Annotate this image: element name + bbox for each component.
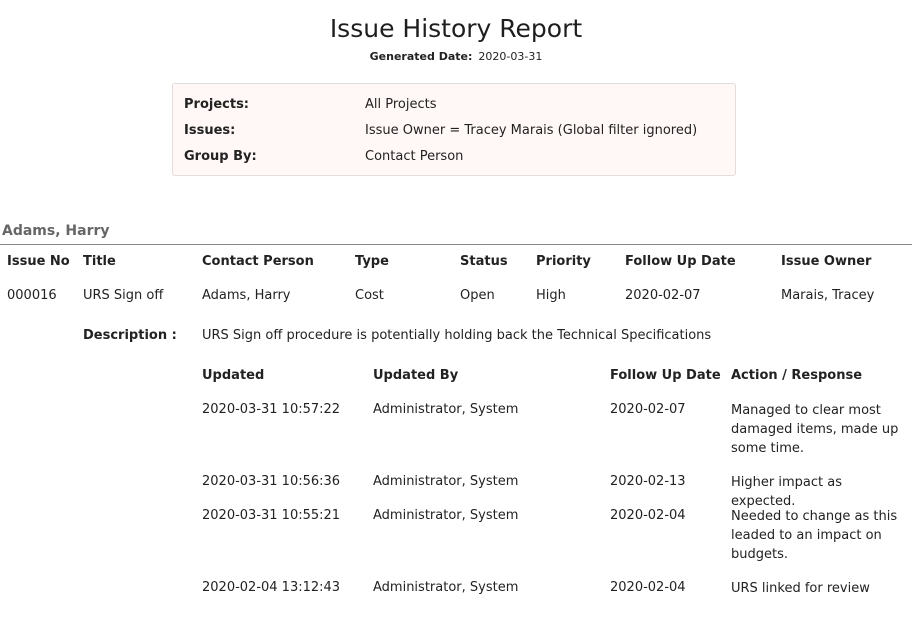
history-updated: 2020-03-31 10:55:21 [202,508,341,523]
issue-follow-up-date: 2020-02-07 [625,288,701,303]
history-follow-up: 2020-02-07 [610,402,686,417]
history-updated-by: Administrator, System [373,508,519,523]
col-header-follow-up-date: Follow Up Date [625,254,736,269]
history-col-follow-up-date: Follow Up Date [610,368,721,383]
col-header-priority: Priority [536,254,591,269]
generated-date: Generated Date: 2020-03-31 [0,50,912,63]
history-action: URS linked for review [731,581,870,596]
history-action: Managed to clear most damaged items, mad… [731,403,899,456]
report-page: Issue History Report Generated Date: 2020… [0,0,912,618]
filter-label: Issues: [184,123,236,138]
filter-value: All Projects [365,97,437,112]
history-updated: 2020-03-31 10:56:36 [202,474,341,489]
col-header-status: Status [460,254,508,269]
filter-label: Group By: [184,149,257,164]
description-label: Description : [83,328,177,343]
history-col-action-response: Action / Response [731,368,863,383]
filter-summary: Projects: All Projects Issues: Issue Own… [172,83,736,176]
history-follow-up: 2020-02-04 [610,580,686,595]
history-updated-by: Administrator, System [373,580,519,595]
group-divider [0,244,912,245]
generated-date-label: Generated Date: [369,50,473,63]
issue-priority: High [536,288,566,303]
history-updated-by: Administrator, System [373,402,519,417]
history-col-updated-by: Updated By [373,368,459,383]
issue-type: Cost [355,288,384,303]
history-action: Higher impact as expected. [731,475,842,509]
filter-value: Contact Person [365,149,464,164]
history-col-updated: Updated [202,368,265,383]
history-updated: 2020-03-31 10:57:22 [202,402,341,417]
filter-label: Projects: [184,97,249,112]
col-header-type: Type [355,254,389,269]
history-updated-by: Administrator, System [373,474,519,489]
history-follow-up: 2020-02-04 [610,508,686,523]
history-follow-up: 2020-02-13 [610,474,686,489]
col-header-contact-person: Contact Person [202,254,314,269]
generated-date-value: 2020-03-31 [478,50,543,63]
description-text: URS Sign off procedure is potentially ho… [202,328,712,343]
col-header-title: Title [83,254,116,269]
issue-no: 000016 [7,288,57,303]
issue-owner: Marais, Tracey [781,288,875,303]
history-updated: 2020-02-04 13:12:43 [202,580,341,595]
group-header: Adams, Harry [2,223,110,239]
filter-value: Issue Owner = Tracey Marais (Global filt… [365,123,698,138]
issue-contact-person: Adams, Harry [202,288,291,303]
history-action: Needed to change as this leaded to an im… [731,509,898,562]
report-title: Issue History Report [329,14,583,43]
col-header-issue-owner: Issue Owner [781,254,872,269]
issue-status: Open [460,288,495,303]
col-header-issue-no: Issue No [7,254,70,269]
issue-title: URS Sign off [83,288,164,303]
